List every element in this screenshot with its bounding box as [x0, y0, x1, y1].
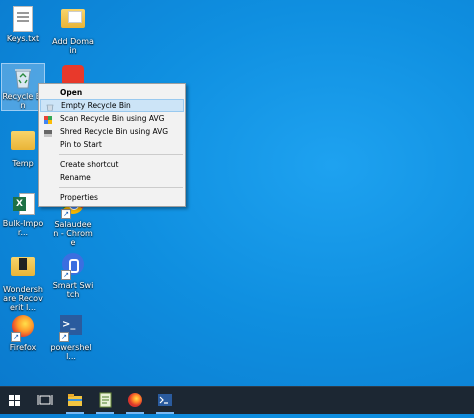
menu-separator [59, 187, 183, 188]
menu-item-properties[interactable]: Properties [39, 191, 185, 204]
task-view-icon [37, 395, 53, 405]
icon-label: Add Domain [52, 37, 94, 55]
shortcut-arrow-icon: ↗ [11, 332, 21, 342]
menu-item-label: Open [60, 88, 83, 97]
icon-label: Salaudeen - Chrome [53, 220, 93, 247]
powershell-icon [158, 394, 172, 406]
desktop-icon-keys-txt[interactable]: Keys.txt [2, 5, 44, 43]
shortcut-arrow-icon: ↗ [61, 209, 71, 219]
avg-scan-icon [44, 115, 52, 124]
firefox-icon: ↗ [10, 315, 36, 342]
menu-item-create-shortcut[interactable]: Create shortcut [39, 158, 185, 171]
notepad-icon [99, 392, 112, 408]
desktop-icon-wondershare[interactable]: Wondershare Recoverit I... [2, 252, 44, 312]
recycle-bin-icon [46, 103, 54, 112]
file-explorer-icon [68, 394, 82, 406]
menu-item-label: Empty Recycle Bin [61, 101, 131, 110]
shortcut-arrow-icon: ↗ [59, 332, 69, 342]
shortcut-arrow-icon: ↗ [61, 270, 71, 280]
document-folder-icon [60, 9, 86, 35]
start-button[interactable] [0, 387, 30, 414]
taskbar-firefox[interactable] [120, 387, 150, 414]
desktop-icon-firefox[interactable]: ↗ Firefox [2, 313, 44, 352]
context-menu: Open Empty Recycle Bin Scan Recycle Bin … [38, 83, 186, 207]
menu-item-open[interactable]: Open [39, 86, 185, 99]
firefox-icon [128, 393, 142, 407]
menu-item-label: Pin to Start [60, 140, 102, 149]
recycle-bin-icon [10, 64, 36, 90]
taskbar-notepad[interactable] [90, 387, 120, 414]
icon-label: Firefox [9, 343, 37, 352]
powershell-icon: >_ ↗ [58, 315, 84, 342]
avg-shredder-icon [44, 128, 52, 137]
icon-label: Keys.txt [6, 34, 40, 43]
icon-label: Wondershare Recoverit I... [3, 285, 43, 312]
desktop-icon-powershell[interactable]: >_ ↗ powershell... [50, 313, 92, 361]
taskbar-file-explorer[interactable] [60, 387, 90, 414]
taskbar [0, 386, 474, 414]
icon-label: Bulk-Impor... [2, 219, 44, 237]
menu-item-label: Shred Recycle Bin using AVG [60, 127, 169, 136]
menu-item-rename[interactable]: Rename [39, 171, 185, 184]
desktop-icon-smart-switch[interactable]: ↗ Smart Switch [52, 252, 94, 299]
icon-label: powershell... [50, 343, 92, 361]
menu-item-label: Scan Recycle Bin using AVG [60, 114, 165, 123]
icon-label: Smart Switch [52, 281, 94, 299]
menu-item-label: Properties [60, 193, 98, 202]
excel-icon: X [10, 191, 36, 217]
menu-item-pin-to-start[interactable]: Pin to Start [39, 138, 185, 151]
menu-item-label: Rename [60, 173, 91, 182]
menu-item-label: Create shortcut [60, 160, 119, 169]
wondershare-folder-icon [10, 257, 36, 283]
menu-separator [59, 154, 183, 155]
windows-start-icon [9, 395, 20, 406]
menu-item-shred-avg[interactable]: Shred Recycle Bin using AVG [39, 125, 185, 138]
smart-switch-icon: ↗ [60, 253, 86, 280]
menu-item-scan-avg[interactable]: Scan Recycle Bin using AVG [39, 112, 185, 125]
taskbar-powershell[interactable] [150, 387, 180, 414]
text-document-icon [10, 6, 36, 32]
folder-icon [10, 131, 36, 157]
menu-item-empty-recycle-bin[interactable]: Empty Recycle Bin [40, 99, 184, 112]
desktop-icon-add-domain[interactable]: Add Domain [52, 5, 94, 55]
task-view-button[interactable] [30, 387, 60, 414]
